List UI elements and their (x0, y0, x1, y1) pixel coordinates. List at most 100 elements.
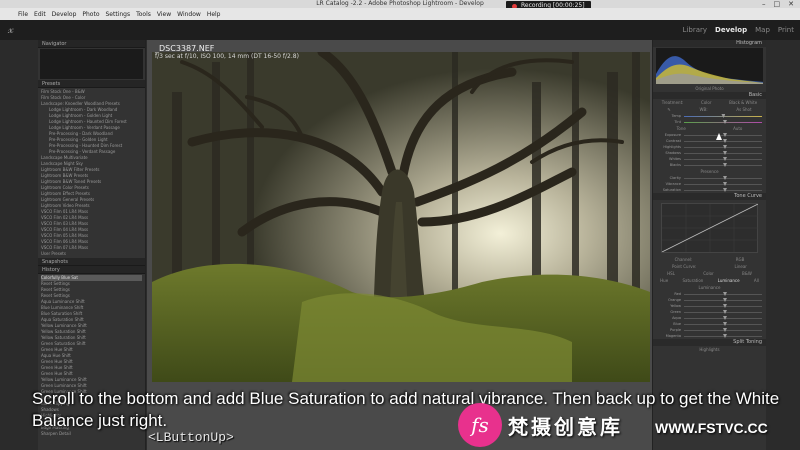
presets-header[interactable]: Presets (38, 80, 145, 88)
identity-plate-bar (0, 20, 800, 40)
hsl-luminance-slider-label: Magenta (665, 334, 681, 338)
menu-file[interactable]: File (18, 11, 28, 18)
hsl-luminance-slider-knob[interactable] (723, 328, 727, 332)
presence-label: Presence (700, 169, 719, 174)
watermark-text: 梵摄创意库 (508, 414, 623, 439)
menu-settings[interactable]: Settings (106, 11, 131, 18)
tone-slider-knob[interactable] (723, 163, 727, 167)
hsl-luminance-slider-knob[interactable] (723, 322, 727, 326)
treatment-bw[interactable]: Black & White (729, 99, 757, 106)
wb-label: WB: (699, 107, 708, 112)
module-develop[interactable]: Develop (715, 26, 747, 34)
hsl-luminance-slider-label: Yellow (670, 304, 681, 308)
subtab-all[interactable]: All (754, 277, 759, 284)
wb-select[interactable]: As Shot (736, 106, 751, 113)
menu-tools[interactable]: Tools (136, 11, 151, 18)
module-map[interactable]: Map (755, 26, 770, 34)
channel-select[interactable]: RGB (736, 256, 745, 263)
tab-hsl[interactable]: HSL (667, 270, 675, 277)
presence-slider-track (684, 188, 762, 192)
menu-window[interactable]: Window (177, 11, 201, 18)
hsl-luminance-slider-label: Aqua (672, 316, 681, 320)
photo-exif: f/3 sec at f/10, ISO 100, 14 mm (DT 16-5… (155, 53, 299, 60)
tone-curve-header[interactable]: Tone Curve (653, 193, 766, 200)
hsl-luminance-slider-knob[interactable] (723, 292, 727, 296)
tone-slider-knob[interactable] (723, 139, 727, 143)
hsl-sliders: Red Orange Yellow Green Aqua Blue Purple Magent… (653, 291, 766, 339)
menu-edit[interactable]: Edit (34, 11, 46, 18)
history-header[interactable]: History (38, 266, 145, 274)
tone-slider-track (684, 139, 762, 143)
tone-curve-line (661, 203, 759, 253)
tab-bw[interactable]: B&W (742, 270, 752, 277)
hsl-luminance-slider-track (684, 304, 762, 308)
temp-knob[interactable] (721, 114, 726, 118)
menu-view[interactable]: View (157, 11, 171, 18)
presence-slider-track (684, 182, 762, 186)
presence-sliders: Clarity Vibrance Saturation (653, 175, 766, 193)
histogram-header[interactable]: Histogram (653, 40, 766, 47)
hsl-luminance-slider-track (684, 334, 762, 338)
presence-slider-label: Clarity (669, 176, 681, 180)
maximize-icon[interactable]: □ (774, 0, 781, 8)
hsl-luminance-slider-knob[interactable] (723, 334, 727, 338)
tone-curve-graph[interactable] (661, 203, 759, 253)
hsl-luminance-slider-track (684, 298, 762, 302)
presence-slider-knob[interactable] (723, 176, 727, 180)
tone-row: Tone Auto (653, 125, 766, 132)
split-highlights-row: Highlights (699, 347, 720, 352)
close-icon[interactable]: ✕ (788, 0, 794, 8)
tone-slider-track (684, 157, 762, 161)
hsl-luminance-slider-knob[interactable] (723, 304, 727, 308)
subtab-luminance[interactable]: Luminance (718, 277, 740, 284)
tone-slider-label: Highlights (663, 145, 681, 149)
preset-item[interactable]: User Presets (41, 251, 142, 257)
subtab-hue[interactable]: Hue (660, 277, 668, 284)
luminance-header: Luminance (698, 285, 721, 290)
split-toning-header[interactable]: Split Toning (653, 339, 766, 346)
presence-slider-knob[interactable] (723, 188, 727, 192)
watermark-logo-icon: fs (458, 403, 502, 447)
watermark-url: WWW.FSTVC.CC (655, 420, 768, 436)
hsl-luminance-slider-knob[interactable] (723, 310, 727, 314)
hsl-luminance-slider-label: Purple (669, 328, 681, 332)
tone-slider-label: Blacks (669, 163, 681, 167)
presets-list: Film Stock One - B&W Film Stock One - Col… (38, 88, 145, 258)
hsl-luminance-slider-knob[interactable] (723, 298, 727, 302)
snapshots-header[interactable]: Snapshots (38, 258, 145, 266)
module-library[interactable]: Library (683, 26, 707, 34)
temp-label: Temp (671, 114, 681, 118)
menu-develop[interactable]: Develop (52, 11, 77, 18)
treatment-color[interactable]: Color (701, 99, 711, 106)
minimize-icon[interactable]: – (762, 0, 766, 8)
hsl-luminance-slider-knob[interactable] (723, 316, 727, 320)
tone-slider-label: Exposure (664, 133, 681, 137)
point-curve-select[interactable]: Linear (735, 263, 747, 270)
menu-photo[interactable]: Photo (82, 11, 99, 18)
basic-header[interactable]: Basic (653, 92, 766, 99)
photo-preview[interactable] (152, 52, 650, 382)
tone-label: Tone (676, 126, 686, 131)
tint-knob[interactable] (723, 120, 727, 124)
tone-slider-knob[interactable] (723, 151, 727, 155)
menu-bar: File Edit Develop Photo Settings Tools V… (0, 8, 800, 20)
tab-color[interactable]: Color (703, 270, 713, 277)
tone-slider-knob[interactable] (723, 145, 727, 149)
wb-eyedropper-icon[interactable]: ✎ (667, 106, 670, 113)
module-print[interactable]: Print (778, 26, 794, 34)
histogram-chart[interactable] (656, 48, 763, 84)
tone-auto-button[interactable]: Auto (733, 125, 742, 132)
presence-slider-knob[interactable] (723, 182, 727, 186)
histogram-graph (656, 56, 763, 84)
subtab-saturation[interactable]: Saturation (682, 277, 703, 284)
tone-slider-label: Whites (668, 157, 681, 161)
tone-slider-track (684, 133, 762, 137)
menu-help[interactable]: Help (207, 11, 221, 18)
mouse-cursor-icon (716, 133, 722, 140)
tone-slider-knob[interactable] (723, 133, 727, 137)
navigator-header[interactable]: Navigator (38, 40, 145, 48)
treatment-label: Treatment: (661, 100, 684, 105)
hsl-tabs: HSL Color B&W (653, 270, 766, 277)
navigator-preview[interactable] (40, 49, 143, 79)
tone-slider-knob[interactable] (723, 157, 727, 161)
